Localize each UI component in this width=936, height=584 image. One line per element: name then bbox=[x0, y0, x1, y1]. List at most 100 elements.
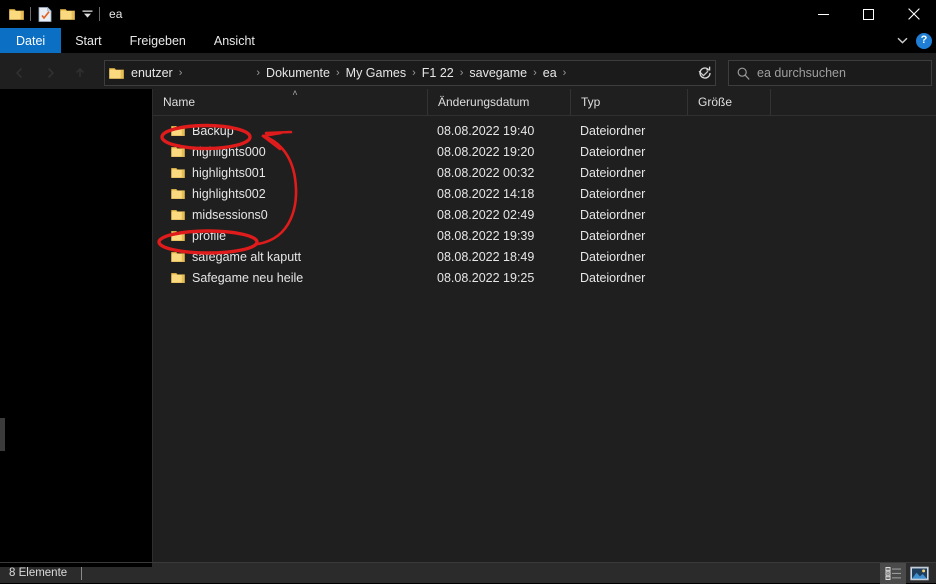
file-name: safegame alt kaputt bbox=[192, 249, 302, 264]
cell-date: 08.08.2022 18:49 bbox=[437, 249, 535, 264]
quick-access-customize-button[interactable] bbox=[78, 3, 96, 25]
file-rows: Backup 08.08.2022 19:40 Dateiordner high… bbox=[153, 116, 936, 288]
column-header-type-label: Typ bbox=[581, 95, 601, 109]
breadcrumb-separator[interactable]: › bbox=[561, 61, 569, 85]
chevron-down-icon bbox=[897, 37, 907, 44]
cell-size bbox=[687, 246, 770, 267]
status-separator bbox=[81, 566, 83, 580]
folder-icon bbox=[171, 251, 185, 262]
file-name: profile bbox=[192, 228, 227, 243]
sort-ascending-icon: ˄ bbox=[292, 88, 298, 98]
tab-freigeben[interactable]: Freigeben bbox=[116, 28, 200, 53]
cell-size bbox=[687, 204, 770, 225]
cell-date: 08.08.2022 19:39 bbox=[437, 228, 535, 243]
window-controls bbox=[801, 0, 936, 28]
back-button[interactable] bbox=[6, 59, 34, 87]
breadcrumb-item-my-games[interactable]: My Games bbox=[342, 61, 410, 85]
search-icon-wrap bbox=[729, 67, 757, 80]
cell-type: Dateiordner bbox=[580, 207, 646, 222]
maximize-button[interactable] bbox=[846, 0, 891, 28]
cell-size bbox=[687, 225, 770, 246]
file-name: highlights001 bbox=[192, 165, 266, 180]
close-button[interactable] bbox=[891, 0, 936, 28]
forward-arrow-icon bbox=[47, 67, 55, 78]
address-bar[interactable]: enutzer › › Dokumente › My Games › F1 22… bbox=[104, 60, 716, 86]
navigation-pane-scrollbar[interactable] bbox=[0, 89, 5, 562]
content-area: Name ˄ Änderungsdatum Typ Größe Backup 0… bbox=[0, 88, 936, 562]
cell-name: safegame alt kaputt bbox=[153, 246, 427, 267]
table-row[interactable]: profile 08.08.2022 19:39 Dateiordner bbox=[153, 225, 936, 246]
table-row[interactable]: safegame alt kaputt 08.08.2022 18:49 Dat… bbox=[153, 246, 936, 267]
search-box[interactable]: ea durchsuchen bbox=[728, 60, 932, 86]
explorer-window: ea Datei Start Freigeben Ansicht ? enutz… bbox=[0, 0, 936, 584]
properties-icon bbox=[38, 6, 52, 22]
refresh-button[interactable] bbox=[690, 60, 720, 86]
breadcrumb-item-ea[interactable]: ea bbox=[539, 61, 561, 85]
table-row[interactable]: midsessions0 08.08.2022 02:49 Dateiordne… bbox=[153, 204, 936, 225]
breadcrumb-separator[interactable]: › bbox=[334, 61, 342, 85]
folder-icon bbox=[171, 230, 185, 241]
view-mode-buttons bbox=[880, 563, 932, 584]
navigation-pane[interactable] bbox=[0, 89, 152, 562]
folder-icon bbox=[171, 146, 185, 157]
search-input[interactable]: ea durchsuchen bbox=[757, 66, 846, 80]
table-row[interactable]: Safegame neu heile 08.08.2022 19:25 Date… bbox=[153, 267, 936, 288]
table-row[interactable]: highlights000 08.08.2022 19:20 Dateiordn… bbox=[153, 141, 936, 162]
cell-date: 08.08.2022 19:25 bbox=[437, 270, 535, 285]
cell-type: Dateiordner bbox=[580, 186, 646, 201]
file-name: highlights000 bbox=[192, 144, 266, 159]
maximize-icon bbox=[863, 8, 874, 20]
table-row[interactable]: highlights002 08.08.2022 14:18 Dateiordn… bbox=[153, 183, 936, 204]
breadcrumb-item-benutzer[interactable]: enutzer bbox=[127, 61, 177, 85]
column-headers: Name ˄ Änderungsdatum Typ Größe bbox=[153, 88, 936, 116]
column-header-size-label: Größe bbox=[698, 95, 733, 109]
breadcrumb-item-savegame[interactable]: savegame bbox=[465, 61, 531, 85]
status-bar: 8 Elemente bbox=[0, 562, 936, 584]
breadcrumb-separator[interactable]: › bbox=[254, 61, 262, 85]
table-row[interactable]: highlights001 08.08.2022 00:32 Dateiordn… bbox=[153, 162, 936, 183]
quick-access-properties-button[interactable] bbox=[34, 3, 56, 25]
up-arrow-icon bbox=[75, 67, 85, 77]
scrollbar-thumb[interactable] bbox=[0, 418, 5, 451]
file-name: midsessions0 bbox=[192, 207, 268, 222]
breadcrumb-separator[interactable]: › bbox=[458, 61, 466, 85]
cell-size bbox=[687, 267, 770, 288]
column-header-name[interactable]: Name ˄ bbox=[153, 88, 427, 115]
cell-name: Backup bbox=[153, 120, 427, 141]
address-bar-row: enutzer › › Dokumente › My Games › F1 22… bbox=[0, 56, 936, 89]
minimize-button[interactable] bbox=[801, 0, 846, 28]
breadcrumb-separator[interactable]: › bbox=[177, 61, 185, 85]
up-button[interactable] bbox=[66, 59, 94, 87]
cell-type: Dateiordner bbox=[580, 228, 646, 243]
ribbon-expand-button[interactable] bbox=[894, 37, 910, 44]
column-header-date[interactable]: Änderungsdatum bbox=[427, 89, 570, 115]
folder-icon bbox=[171, 272, 185, 283]
folder-icon bbox=[171, 209, 185, 220]
file-name: highlights002 bbox=[192, 186, 266, 201]
help-button[interactable]: ? bbox=[916, 32, 932, 49]
cell-name: highlights001 bbox=[153, 162, 427, 183]
quick-access-folder-button[interactable] bbox=[5, 3, 27, 25]
close-icon bbox=[907, 8, 920, 20]
quick-access-new-folder-button[interactable] bbox=[56, 3, 78, 25]
minimize-icon bbox=[818, 13, 829, 15]
breadcrumb-separator[interactable]: › bbox=[531, 61, 539, 85]
address-folder-icon-wrap bbox=[105, 67, 127, 80]
search-icon bbox=[737, 67, 750, 80]
title-bar: ea bbox=[0, 0, 936, 28]
tab-start[interactable]: Start bbox=[61, 28, 115, 53]
column-header-size[interactable]: Größe bbox=[687, 89, 770, 115]
column-header-type[interactable]: Typ bbox=[570, 89, 687, 115]
table-row[interactable]: Backup 08.08.2022 19:40 Dateiordner bbox=[153, 120, 936, 141]
large-icons-view-button[interactable] bbox=[906, 563, 932, 584]
tab-datei[interactable]: Datei bbox=[0, 28, 62, 53]
cell-size bbox=[687, 183, 770, 204]
tab-ansicht[interactable]: Ansicht bbox=[200, 28, 269, 53]
breadcrumb-separator[interactable]: › bbox=[410, 61, 418, 85]
forward-button[interactable] bbox=[36, 59, 64, 87]
breadcrumb-item-dokumente[interactable]: Dokumente bbox=[262, 61, 334, 85]
breadcrumb-item-f1-22[interactable]: F1 22 bbox=[418, 61, 458, 85]
cell-name: Safegame neu heile bbox=[153, 267, 427, 288]
details-view-button[interactable] bbox=[880, 563, 906, 584]
breadcrumb: enutzer › › Dokumente › My Games › F1 22… bbox=[127, 61, 691, 85]
